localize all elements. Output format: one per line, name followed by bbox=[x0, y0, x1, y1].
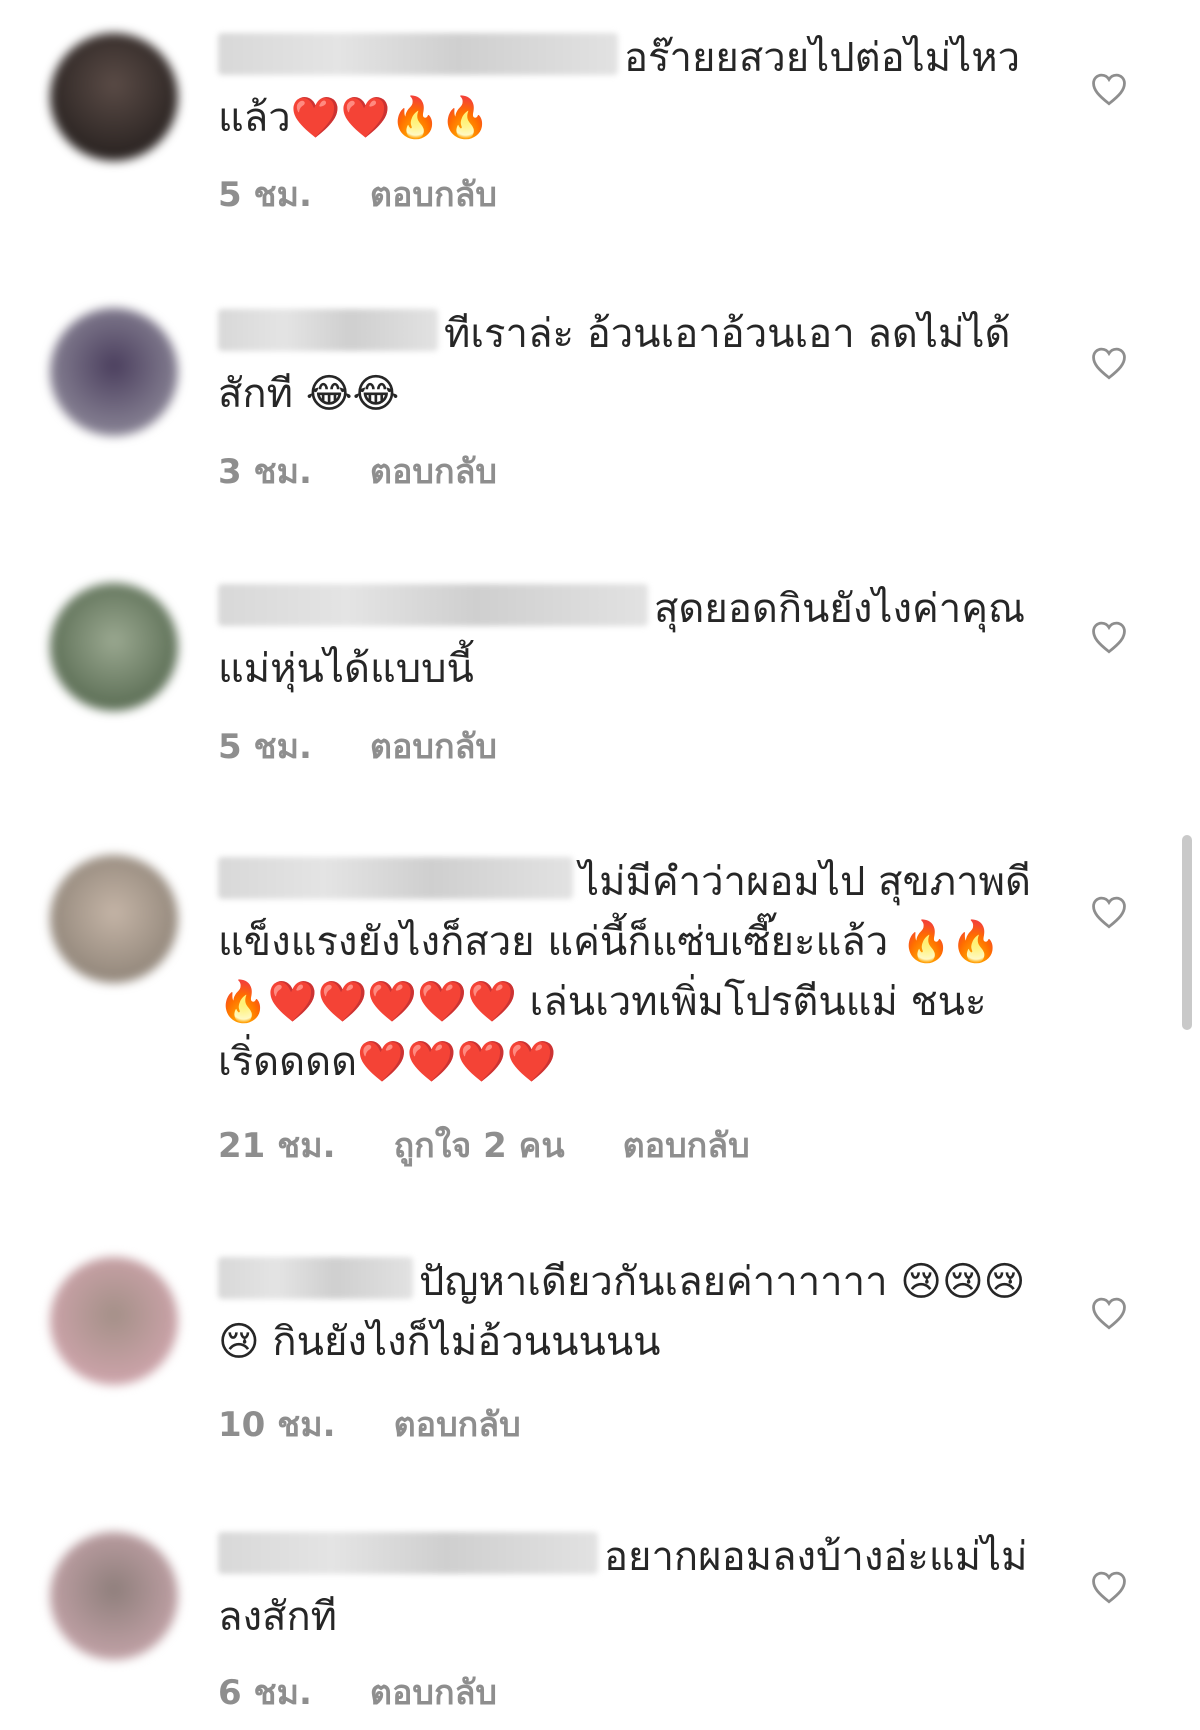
avatar[interactable] bbox=[50, 1532, 178, 1660]
comment-meta: 3 ชม. ตอบกลับ bbox=[218, 444, 555, 498]
username[interactable] bbox=[218, 33, 618, 75]
comment-meta: 10 ชม. ตอบกลับ bbox=[218, 1397, 579, 1451]
comment-text: สุดยอดกินยังไงค่าคุณแม่หุ่นได้แบบนี้ bbox=[218, 579, 1048, 699]
comment-meta: 5 ชม. ตอบกลับ bbox=[218, 167, 555, 221]
username[interactable] bbox=[218, 1257, 413, 1299]
comment-meta: 6 ชม. ตอบกลับ bbox=[218, 1665, 555, 1719]
reply-button[interactable]: ตอบกลับ bbox=[370, 719, 497, 773]
avatar[interactable] bbox=[50, 308, 178, 436]
heart-icon[interactable] bbox=[1090, 895, 1128, 929]
reply-button[interactable]: ตอบกลับ bbox=[370, 444, 497, 498]
comment-text: ทีเราล่ะ อ้วนเอาอ้วนเอา ลดไม่ได้สักที 😂😂 bbox=[218, 304, 1048, 424]
comment-text: ปัญหาเดียวกันเลยค่าาาาาา 😢😢😢😢 กินยังไงก็… bbox=[218, 1252, 1048, 1372]
comment-meta: 21 ชม. ถูกใจ 2 คน ตอบกลับ bbox=[218, 1118, 808, 1172]
reply-button[interactable]: ตอบกลับ bbox=[394, 1397, 521, 1451]
avatar[interactable] bbox=[50, 583, 178, 711]
comment-time: 10 ชม. bbox=[218, 1405, 336, 1445]
comment-meta: 5 ชม. ตอบกลับ bbox=[218, 719, 555, 773]
username[interactable] bbox=[218, 584, 648, 626]
heart-icon[interactable] bbox=[1090, 620, 1128, 654]
avatar[interactable] bbox=[50, 33, 178, 161]
comment-time: 21 ชม. bbox=[218, 1126, 336, 1166]
scrollbar[interactable] bbox=[1182, 835, 1192, 1030]
heart-icon[interactable] bbox=[1090, 1296, 1128, 1330]
comment-time: 5 ชม. bbox=[218, 727, 312, 767]
comment-text: ไม่มีคำว่าผอมไป สุขภาพดีแข็งแรงยังไงก็สว… bbox=[218, 852, 1048, 1092]
heart-icon[interactable] bbox=[1090, 1570, 1128, 1604]
comment-text: อยากผอมลงบ้างอ่ะแม่ไม่ลงสักที bbox=[218, 1527, 1048, 1647]
username[interactable] bbox=[218, 857, 573, 899]
heart-icon[interactable] bbox=[1090, 346, 1128, 380]
comment-likes[interactable]: ถูกใจ 2 คน bbox=[394, 1118, 565, 1172]
username[interactable] bbox=[218, 1532, 598, 1574]
comment-text: อร๊ายยสวยไปต่อไม่ไหวแล้ว❤️❤️🔥🔥 bbox=[218, 28, 1048, 148]
comment-time: 3 ชม. bbox=[218, 452, 312, 492]
reply-button[interactable]: ตอบกลับ bbox=[370, 1665, 497, 1719]
avatar[interactable] bbox=[50, 855, 178, 983]
reply-button[interactable]: ตอบกลับ bbox=[370, 167, 497, 221]
username[interactable] bbox=[218, 309, 438, 351]
comment-time: 5 ชม. bbox=[218, 175, 312, 215]
avatar[interactable] bbox=[50, 1257, 178, 1385]
heart-icon[interactable] bbox=[1090, 72, 1128, 106]
reply-button[interactable]: ตอบกลับ bbox=[623, 1118, 750, 1172]
comment-time: 6 ชม. bbox=[218, 1673, 312, 1713]
